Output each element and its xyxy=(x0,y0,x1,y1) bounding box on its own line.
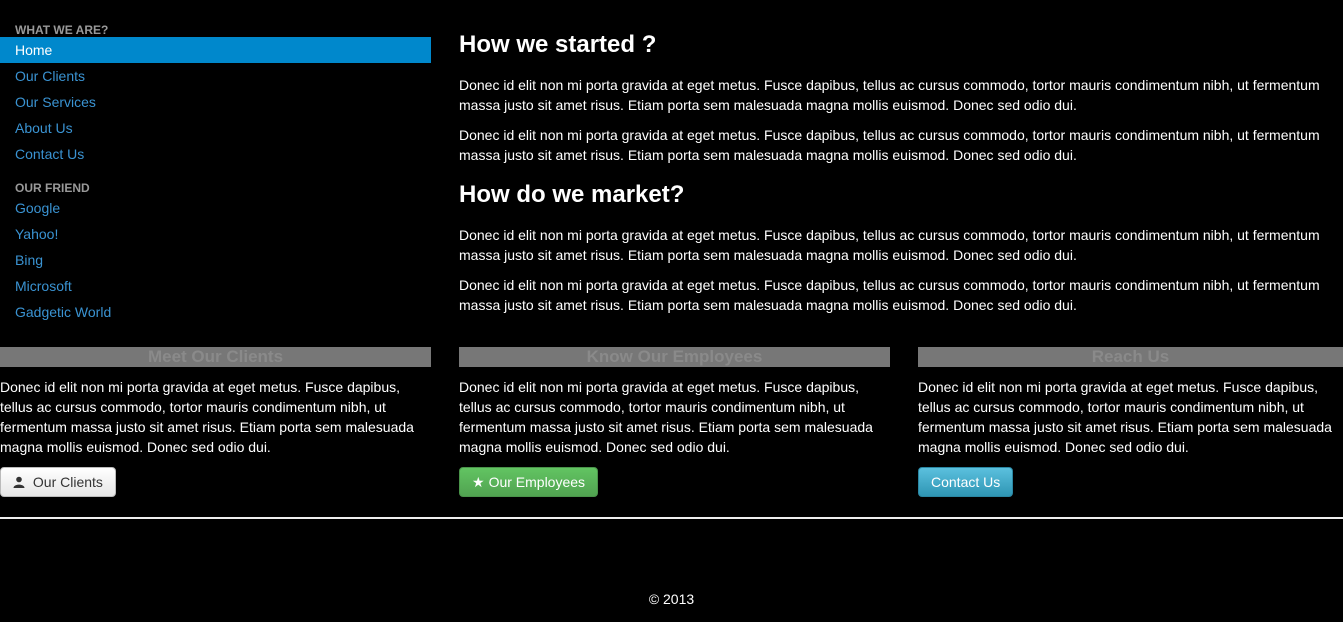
nav-header-our-friend: OUR FRIEND xyxy=(15,181,90,195)
our-employees-button[interactable]: ★ Our Employees xyxy=(459,467,599,497)
nav-item-about-us[interactable]: About Us xyxy=(0,115,431,141)
column-title: Meet Our Clients xyxy=(0,347,431,367)
nav-item-our-services[interactable]: Our Services xyxy=(0,89,431,115)
footer-copyright: © 2013 xyxy=(648,591,695,607)
contact-us-button[interactable]: Contact Us xyxy=(918,467,1014,497)
column-title: Reach Us xyxy=(918,347,1343,367)
nav-item-bing[interactable]: Bing xyxy=(0,247,431,273)
button-label: Our Clients xyxy=(32,474,103,490)
nav-item-google[interactable]: Google xyxy=(0,195,431,221)
nav-header-what-we-are: WHAT WE ARE? xyxy=(15,23,109,37)
nav-item-contact-us[interactable]: Contact Us xyxy=(0,141,431,167)
star-icon: ★ xyxy=(472,474,485,490)
heading-how-do-we-market: How do we market? xyxy=(459,181,685,208)
footer-divider xyxy=(0,517,1343,519)
nav-item-microsoft[interactable]: Microsoft xyxy=(0,273,431,299)
main-content: How we started ? Donec id elit non mi po… xyxy=(459,30,1325,325)
nav-item-our-clients[interactable]: Our Clients xyxy=(0,63,431,89)
nav-item-gadgetic-world[interactable]: Gadgetic World xyxy=(0,299,431,325)
button-label: Our Employees xyxy=(488,474,586,490)
nav-item-yahoo[interactable]: Yahoo! xyxy=(0,221,431,247)
column-meet-our-clients: Meet Our Clients Donec id elit non mi po… xyxy=(0,347,431,497)
column-know-our-employees: Know Our Employees Donec id elit non mi … xyxy=(459,347,890,497)
paragraph: Donec id elit non mi porta gravida at eg… xyxy=(459,277,1320,313)
column-text: Donec id elit non mi porta gravida at eg… xyxy=(459,379,873,455)
user-icon xyxy=(13,474,29,490)
column-reach-us: Reach Us Donec id elit non mi porta grav… xyxy=(918,347,1343,497)
our-clients-button[interactable]: Our Clients xyxy=(0,467,116,497)
heading-how-we-started: How we started ? xyxy=(459,31,657,58)
paragraph: Donec id elit non mi porta gravida at eg… xyxy=(459,127,1320,163)
sidebar-nav: WHAT WE ARE? Home Our Clients Our Servic… xyxy=(0,18,431,325)
nav-item-home[interactable]: Home xyxy=(0,37,431,63)
paragraph: Donec id elit non mi porta gravida at eg… xyxy=(459,77,1320,113)
column-title: Know Our Employees xyxy=(459,347,890,367)
paragraph: Donec id elit non mi porta gravida at eg… xyxy=(459,227,1320,263)
column-text: Donec id elit non mi porta gravida at eg… xyxy=(918,379,1332,455)
column-text: Donec id elit non mi porta gravida at eg… xyxy=(0,379,414,455)
